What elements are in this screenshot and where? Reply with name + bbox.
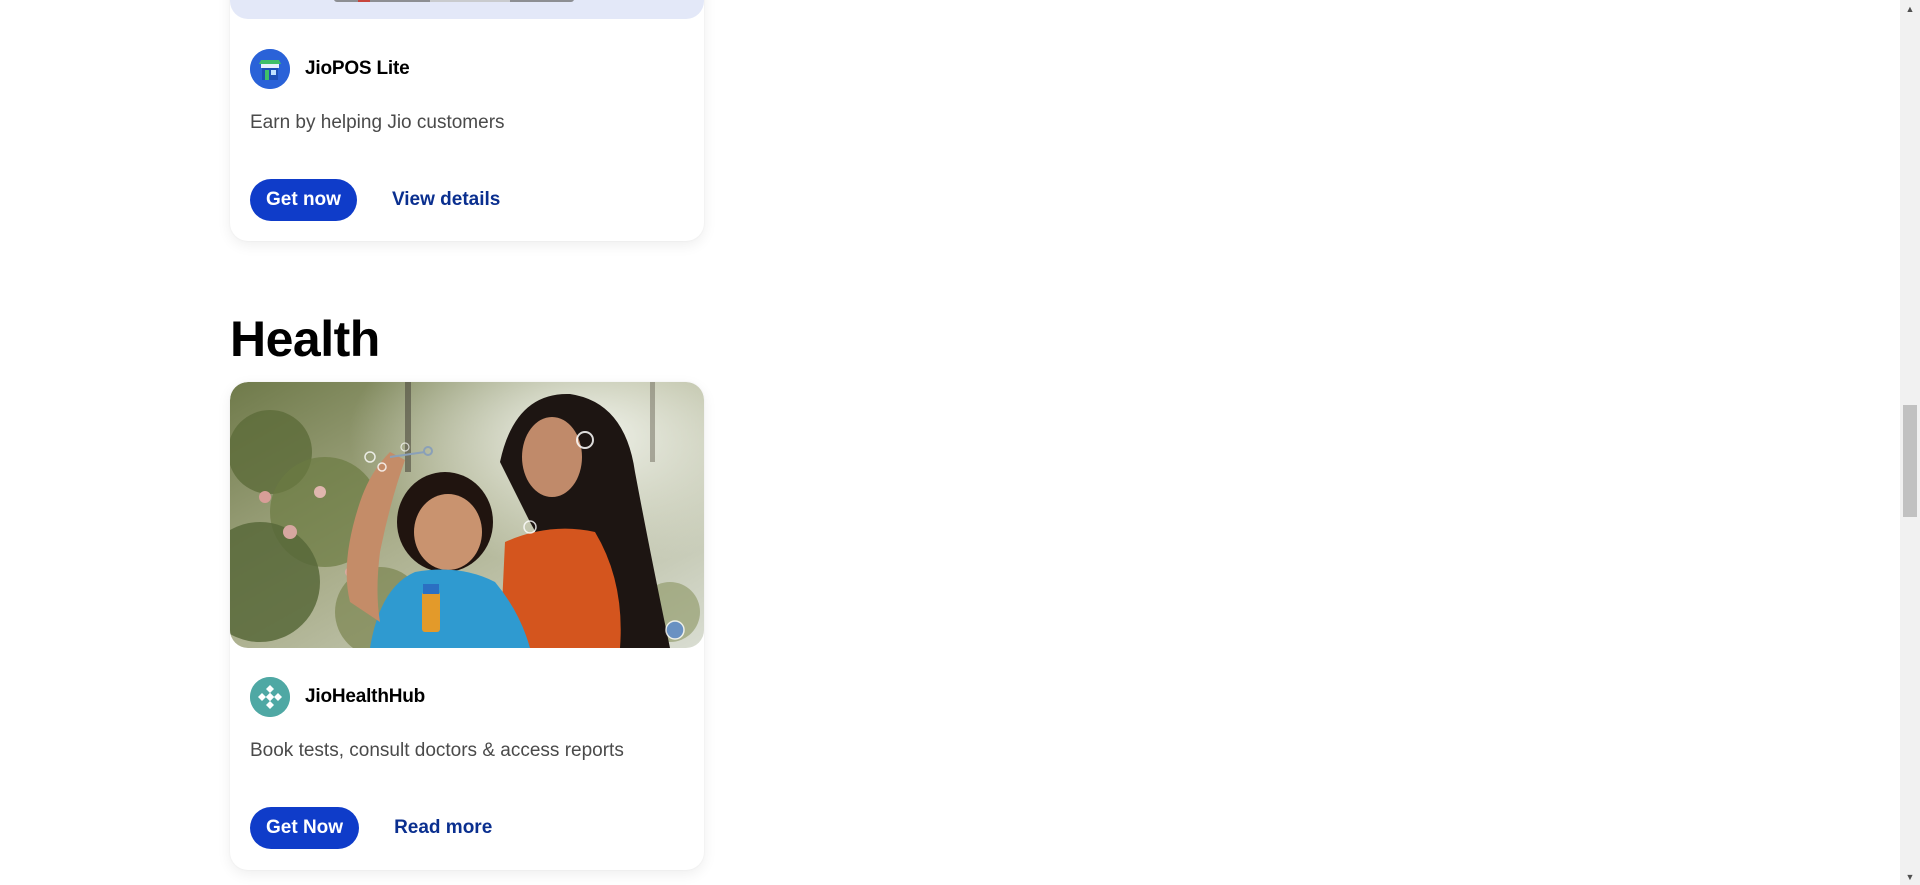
page: JioPOS Lite Earn by helping Jio customer… xyxy=(0,0,1900,885)
get-now-button[interactable]: Get now xyxy=(250,179,357,221)
triangle-down-icon[interactable]: ▼ xyxy=(1900,868,1920,885)
card-banner-image xyxy=(230,0,704,19)
app-header: JioPOS Lite xyxy=(250,49,410,89)
health-banner-image xyxy=(230,382,704,648)
vertical-scrollbar[interactable]: ▲ ▼ xyxy=(1900,0,1920,885)
view-details-link[interactable]: View details xyxy=(392,189,500,211)
jiohealthhub-card: JioHealthHub Book tests, consult doctors… xyxy=(230,382,704,870)
get-now-button[interactable]: Get Now xyxy=(250,807,360,849)
section-title: Health xyxy=(230,311,380,367)
app-header: JioHealthHub xyxy=(250,677,425,717)
jiopos-lite-card: JioPOS Lite Earn by helping Jio customer… xyxy=(230,0,704,241)
read-more-link[interactable]: Read more xyxy=(394,817,492,839)
card-actions: Get Now Read more xyxy=(250,807,492,849)
card-actions: Get now View details xyxy=(250,179,500,221)
storefront-icon xyxy=(250,49,290,89)
scrollbar-thumb[interactable] xyxy=(1903,405,1917,517)
app-name: JioPOS Lite xyxy=(305,58,410,79)
health-cross-icon xyxy=(250,677,290,717)
app-name: JioHealthHub xyxy=(305,686,426,707)
device-image xyxy=(334,0,574,2)
app-description: Book tests, consult doctors & access rep… xyxy=(250,740,624,761)
app-description: Earn by helping Jio customers xyxy=(250,112,505,133)
triangle-up-icon[interactable]: ▲ xyxy=(1900,0,1920,17)
